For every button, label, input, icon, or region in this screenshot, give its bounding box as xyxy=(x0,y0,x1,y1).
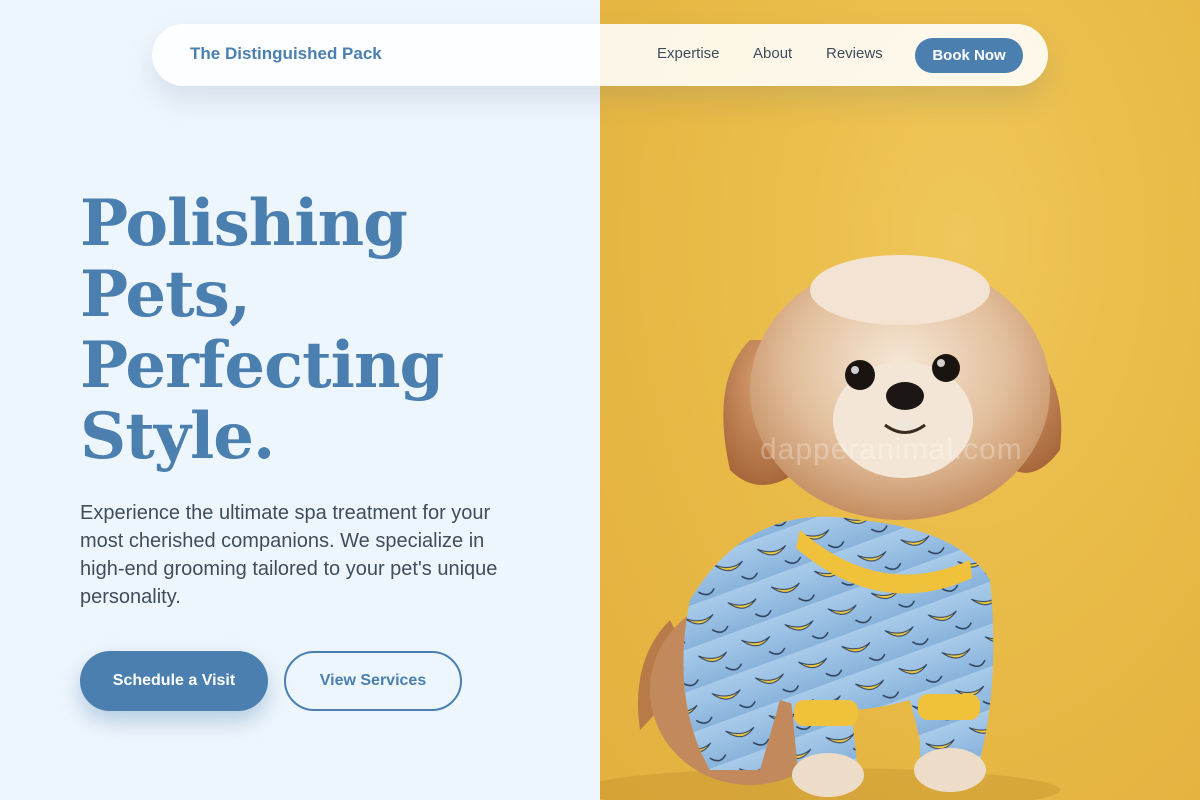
view-services-button[interactable]: View Services xyxy=(284,651,462,711)
image-watermark: dapperanimal.com xyxy=(760,433,1023,466)
hero-title: Polishing Pets, Perfecting Style. xyxy=(80,188,560,472)
landing-page: dapperanimal.com The Distinguished Pack … xyxy=(0,0,1200,800)
nav-link-reviews[interactable]: Reviews xyxy=(826,45,883,62)
navbar: The Distinguished Pack Expertise About R… xyxy=(152,24,1048,86)
hero-title-line: Polishing xyxy=(80,186,408,261)
schedule-visit-button[interactable]: Schedule a Visit xyxy=(80,651,268,711)
hero-title-line: Style. xyxy=(80,399,275,474)
dog-illustration xyxy=(600,255,1062,800)
hero-title-line: Perfecting xyxy=(80,328,444,403)
hero-description: Experience the ultimate spa treatment fo… xyxy=(80,502,498,608)
brand-logo[interactable]: The Distinguished Pack xyxy=(190,44,382,64)
book-now-button[interactable]: Book Now xyxy=(915,38,1023,73)
hero-title-line: Pets, xyxy=(80,257,251,332)
hero-photo: dapperanimal.com xyxy=(600,0,1200,800)
nav-link-expertise[interactable]: Expertise xyxy=(657,45,720,62)
nav-link-about[interactable]: About xyxy=(753,45,792,62)
